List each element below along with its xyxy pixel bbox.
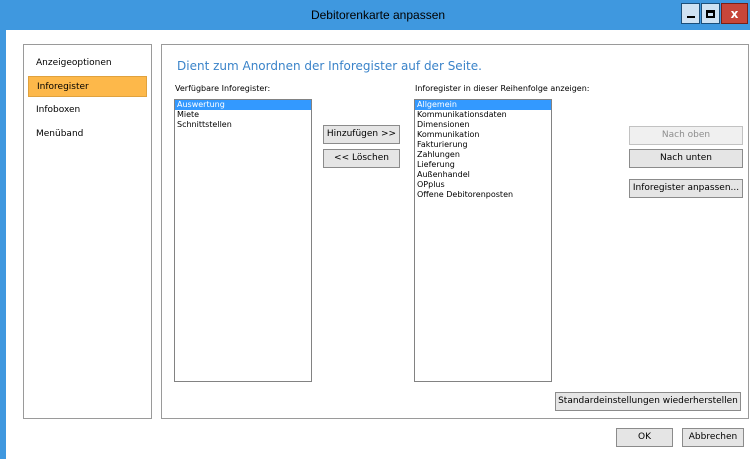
list-item[interactable]: Lieferung: [415, 160, 551, 170]
minimize-icon: [686, 15, 695, 18]
restore-defaults-button[interactable]: Standardeinstellungen wiederherstellen: [555, 392, 741, 411]
list-item[interactable]: Außenhandel: [415, 170, 551, 180]
maximize-icon: [706, 9, 715, 18]
available-list-label: Verfügbare Inforegister:: [175, 84, 271, 93]
list-item[interactable]: Dimensionen: [415, 120, 551, 130]
nav-item-inforegister[interactable]: Inforegister: [28, 76, 147, 97]
move-down-button[interactable]: Nach unten: [629, 149, 743, 168]
available-listbox[interactable]: Auswertung Miete Schnittstellen: [174, 99, 312, 382]
list-item[interactable]: Schnittstellen: [175, 120, 311, 130]
minimize-button[interactable]: [681, 3, 700, 24]
nav-item-infoboxen[interactable]: Infoboxen: [28, 100, 147, 121]
shown-listbox[interactable]: Allgemein Kommunikationsdaten Dimensione…: [414, 99, 552, 382]
customize-inforegister-button[interactable]: Inforegister anpassen...: [629, 179, 743, 198]
cancel-button[interactable]: Abbrechen: [682, 428, 744, 447]
list-item[interactable]: Zahlungen: [415, 150, 551, 160]
shown-list-label: Inforegister in dieser Reihenfolge anzei…: [415, 84, 590, 93]
ok-button[interactable]: OK: [616, 428, 673, 447]
options-nav: Anzeigeoptionen Inforegister Infoboxen M…: [23, 44, 152, 419]
nav-item-menueband[interactable]: Menüband: [28, 124, 147, 145]
list-item[interactable]: OPplus: [415, 180, 551, 190]
panel-heading: Dient zum Anordnen der Inforegister auf …: [177, 59, 482, 73]
remove-button[interactable]: << Löschen: [323, 149, 400, 168]
list-item[interactable]: Fakturierung: [415, 140, 551, 150]
list-item[interactable]: Kommunikationsdaten: [415, 110, 551, 120]
maximize-button[interactable]: [701, 3, 720, 24]
close-icon: x: [730, 6, 739, 21]
window-title: Debitorenkarte anpassen: [310, 8, 446, 22]
move-up-button[interactable]: Nach oben: [629, 126, 743, 145]
dialog-window: Debitorenkarte anpassen x Anzeigeoptione…: [0, 0, 750, 459]
list-item[interactable]: Offene Debitorenposten: [415, 190, 551, 200]
title-bar[interactable]: Debitorenkarte anpassen x: [6, 0, 750, 30]
list-item[interactable]: Auswertung: [175, 100, 311, 110]
list-item[interactable]: Miete: [175, 110, 311, 120]
list-item[interactable]: Allgemein: [415, 100, 551, 110]
inforegister-panel: Dient zum Anordnen der Inforegister auf …: [161, 44, 749, 419]
list-item[interactable]: Kommunikation: [415, 130, 551, 140]
add-button[interactable]: Hinzufügen >>: [323, 125, 400, 144]
close-button[interactable]: x: [721, 3, 748, 24]
nav-item-anzeigeoptionen[interactable]: Anzeigeoptionen: [28, 53, 147, 74]
